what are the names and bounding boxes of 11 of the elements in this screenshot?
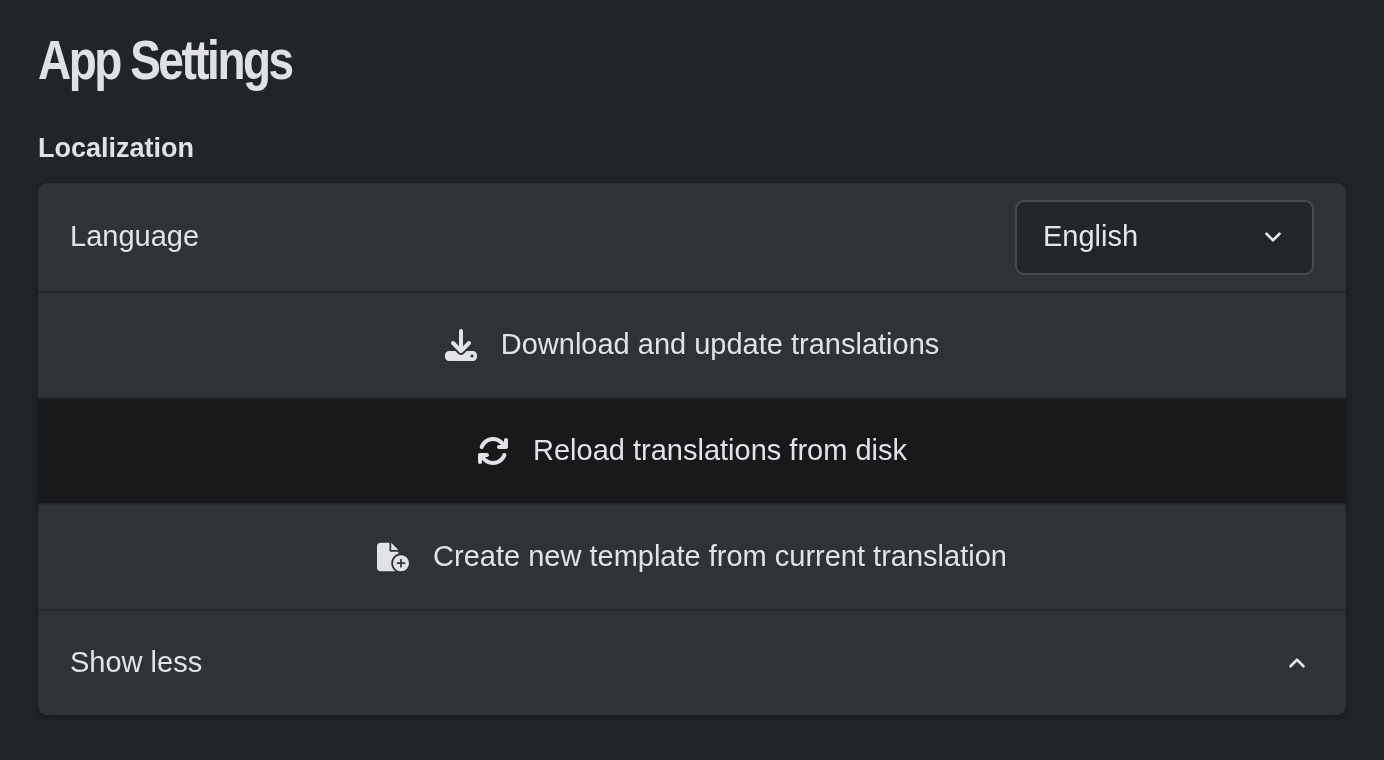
action-button[interactable]: Reload translations from disk [38,397,1346,503]
show-less-toggle[interactable]: Show less [38,609,1346,715]
language-dropdown[interactable]: English [1015,199,1314,275]
action-button[interactable]: Download and update translations [38,291,1346,397]
language-label: Language [70,219,200,255]
refresh-icon [477,435,509,467]
file-plus-icon [377,541,410,573]
action-button[interactable]: Create new template from current translation [38,503,1346,609]
section-heading: Localization [38,132,194,164]
page-title: App Settings [38,27,292,93]
download-icon [444,329,477,361]
